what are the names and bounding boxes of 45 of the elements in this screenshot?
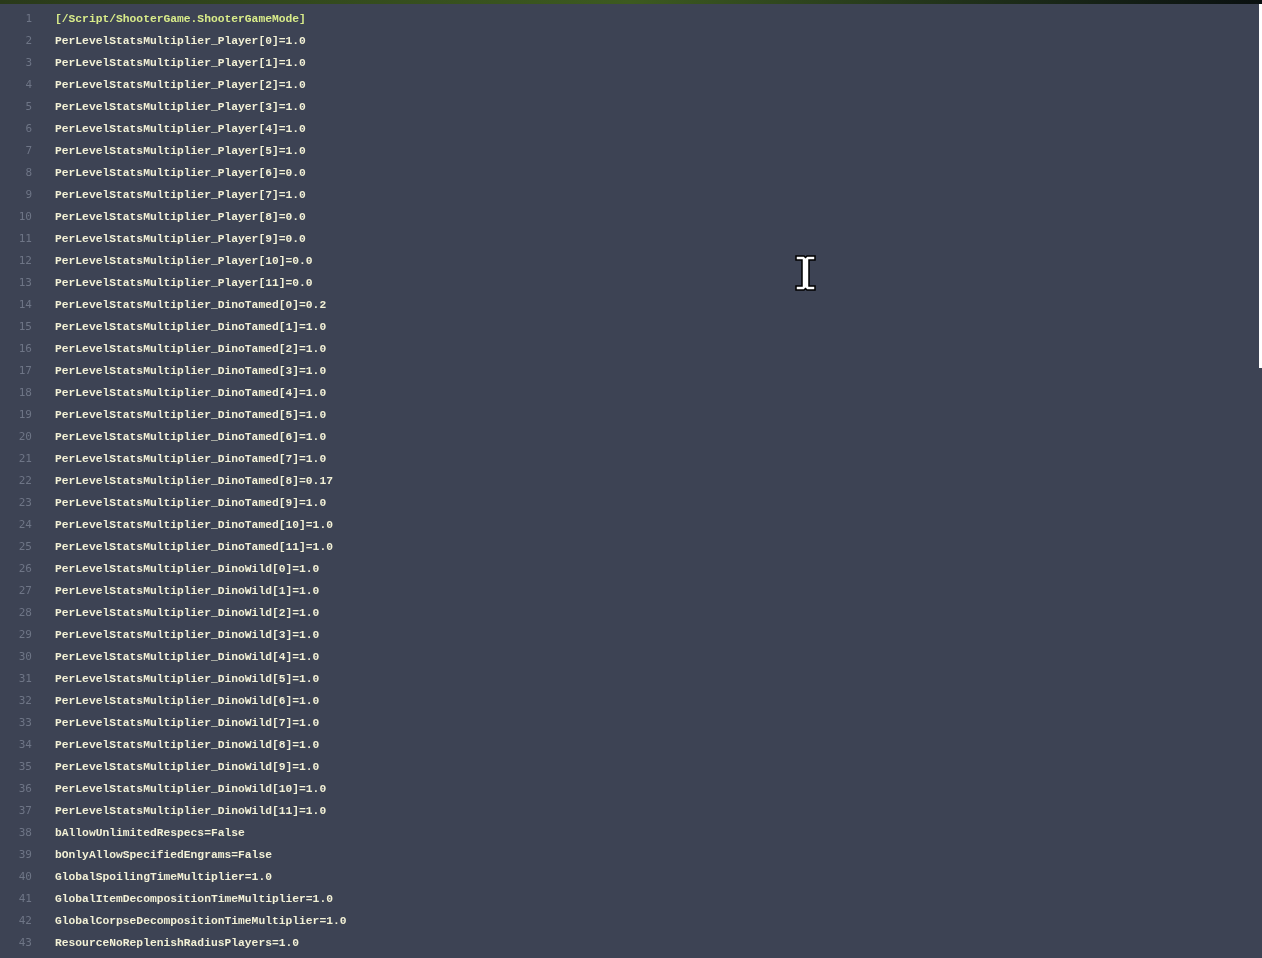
config-line: PerLevelStatsMultiplier_DinoWild[6]=1.0 — [55, 693, 320, 709]
config-line: PerLevelStatsMultiplier_DinoWild[7]=1.0 — [55, 715, 320, 731]
config-line: PerLevelStatsMultiplier_DinoTamed[9]=1.0 — [55, 495, 327, 511]
config-line: PerLevelStatsMultiplier_Player[11]=0.0 — [55, 275, 313, 291]
config-line: PerLevelStatsMultiplier_DinoWild[11]=1.0 — [55, 803, 327, 819]
config-line: PerLevelStatsMultiplier_DinoTamed[1]=1.0 — [55, 319, 327, 335]
config-line: PerLevelStatsMultiplier_DinoTamed[4]=1.0 — [55, 385, 327, 401]
config-line: PerLevelStatsMultiplier_Player[10]=0.0 — [55, 253, 313, 269]
section-header: [/Script/ShooterGame.ShooterGameMode] — [55, 11, 306, 27]
config-line: PerLevelStatsMultiplier_DinoTamed[6]=1.0 — [55, 429, 327, 445]
config-line: PerLevelStatsMultiplier_DinoWild[10]=1.0 — [55, 781, 327, 797]
config-line: PerLevelStatsMultiplier_DinoWild[0]=1.0 — [55, 561, 320, 577]
config-line: PerLevelStatsMultiplier_DinoTamed[10]=1.0 — [55, 517, 333, 533]
config-line: PerLevelStatsMultiplier_DinoTamed[3]=1.0 — [55, 363, 327, 379]
config-line: PerLevelStatsMultiplier_DinoWild[9]=1.0 — [55, 759, 320, 775]
config-line: PerLevelStatsMultiplier_DinoWild[5]=1.0 — [55, 671, 320, 687]
config-line: PerLevelStatsMultiplier_DinoWild[1]=1.0 — [55, 583, 320, 599]
config-line: GlobalItemDecompositionTimeMultiplier=1.0 — [55, 891, 333, 907]
config-line: PerLevelStatsMultiplier_DinoWild[3]=1.0 — [55, 627, 320, 643]
config-line: PerLevelStatsMultiplier_DinoTamed[11]=1.0 — [55, 539, 333, 555]
config-line: ResourceNoReplenishRadiusPlayers=1.0 — [55, 935, 300, 951]
config-line: PerLevelStatsMultiplier_DinoTamed[7]=1.0 — [55, 451, 327, 467]
config-line: PerLevelStatsMultiplier_Player[1]=1.0 — [55, 55, 306, 71]
config-line: PerLevelStatsMultiplier_DinoWild[4]=1.0 — [55, 649, 320, 665]
config-line: PerLevelStatsMultiplier_Player[3]=1.0 — [55, 99, 306, 115]
config-line: PerLevelStatsMultiplier_Player[0]=1.0 — [55, 33, 306, 49]
config-line: PerLevelStatsMultiplier_Player[8]=0.0 — [55, 209, 306, 225]
config-line: PerLevelStatsMultiplier_Player[5]=1.0 — [55, 143, 306, 159]
config-line: bOnlyAllowSpecifiedEngrams=False — [55, 847, 272, 863]
text-cursor-icon — [795, 255, 816, 291]
config-line: PerLevelStatsMultiplier_DinoTamed[2]=1.0 — [55, 341, 327, 357]
config-line: PerLevelStatsMultiplier_DinoWild[8]=1.0 — [55, 737, 320, 753]
config-line: GlobalCorpseDecompositionTimeMultiplier=1.0 — [55, 913, 347, 929]
config-line: GlobalSpoilingTimeMultiplier=1.0 — [55, 869, 272, 885]
config-line: PerLevelStatsMultiplier_DinoTamed[0]=0.2 — [55, 297, 327, 313]
config-line: PerLevelStatsMultiplier_DinoTamed[5]=1.0 — [55, 407, 327, 423]
config-line: PerLevelStatsMultiplier_Player[7]=1.0 — [55, 187, 306, 203]
config-line: PerLevelStatsMultiplier_DinoWild[2]=1.0 — [55, 605, 320, 621]
config-line: PerLevelStatsMultiplier_Player[6]=0.0 — [55, 165, 306, 181]
config-line: PerLevelStatsMultiplier_Player[2]=1.0 — [55, 77, 306, 93]
scrollbar-thumb[interactable] — [1259, 4, 1262, 368]
config-line: PerLevelStatsMultiplier_Player[9]=0.0 — [55, 231, 306, 247]
config-line: PerLevelStatsMultiplier_Player[4]=1.0 — [55, 121, 306, 137]
config-line: bAllowUnlimitedRespecs=False — [55, 825, 245, 841]
config-line: PerLevelStatsMultiplier_DinoTamed[8]=0.17 — [55, 473, 333, 489]
